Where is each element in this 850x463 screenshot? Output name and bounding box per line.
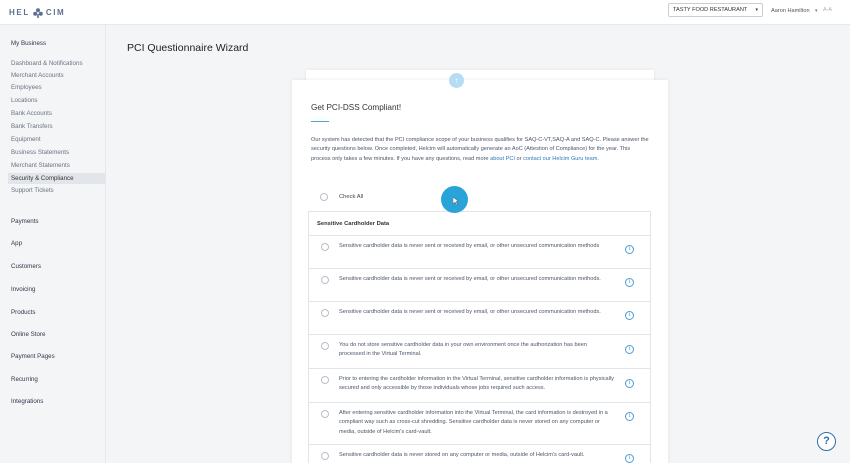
sidebar-section-integrations[interactable]: Integrations	[11, 397, 43, 406]
sidebar-item-security-compliance[interactable]: Security & Compliance	[11, 174, 74, 183]
info-icon[interactable]: i	[625, 412, 634, 421]
question-radio[interactable]	[321, 376, 329, 384]
question-radio[interactable]	[321, 342, 329, 350]
chevron-down-icon: ▾	[755, 7, 758, 13]
sidebar-item-employees[interactable]: Employees	[11, 83, 42, 92]
help-button[interactable]: ?	[817, 432, 836, 451]
merchant-select-value: TASTY FOOD RESTAURANT	[673, 7, 748, 13]
avatar[interactable]: A-A	[823, 5, 843, 15]
question-radio[interactable]	[321, 243, 329, 251]
info-icon[interactable]: i	[625, 379, 634, 388]
sidebar-item-bank-transfers[interactable]: Bank Transfers	[11, 122, 53, 131]
sidebar-section-customers[interactable]: Customers	[11, 262, 41, 271]
page-title: PCI Questionnaire Wizard	[127, 42, 249, 54]
question-row: Sensitive cardholder data is never sent …	[309, 302, 650, 335]
sidebar-section-app[interactable]: App	[11, 239, 22, 248]
info-icon[interactable]: i	[625, 311, 634, 320]
cursor-icon	[453, 197, 459, 205]
question-text: Sensitive cardholder data is never sent …	[339, 243, 600, 249]
sidebar-section-my-business[interactable]: My Business	[11, 39, 46, 48]
merchant-select[interactable]: TASTY FOOD RESTAURANT ▾	[668, 3, 763, 17]
intro-or: or	[514, 155, 524, 162]
sidebar-section-invoicing[interactable]: Invoicing	[11, 285, 35, 294]
check-all-radio[interactable]	[320, 193, 328, 201]
sidebar-section-payment-pages[interactable]: Payment Pages	[11, 352, 55, 361]
question-text: Sensitive cardholder data is never sent …	[339, 309, 601, 315]
info-icon[interactable]: i	[625, 245, 634, 254]
logo-text-left: HEL	[9, 8, 30, 17]
check-all-label[interactable]: Check All	[339, 193, 363, 201]
question-row: After entering sensitive cardholder info…	[309, 403, 650, 445]
sidebar-section-online-store[interactable]: Online Store	[11, 330, 45, 339]
heading-underline	[311, 121, 329, 122]
question-radio[interactable]	[321, 452, 329, 460]
helcim-logo-icon	[32, 7, 44, 19]
question-row: Sensitive cardholder data is never sent …	[309, 269, 650, 302]
logo-text-right: CIM	[45, 8, 66, 17]
section-header: Sensitive Cardholder Data	[309, 212, 650, 236]
info-icon[interactable]: i	[625, 278, 634, 287]
sidebar-item-merchant-accounts[interactable]: Merchant Accounts	[11, 71, 64, 80]
question-row: You do not store sensitive cardholder da…	[309, 335, 650, 369]
question-text: Sensitive cardholder data is never sent …	[339, 276, 601, 282]
sidebar-item-bank-accounts[interactable]: Bank Accounts	[11, 109, 52, 118]
user-menu[interactable]: Aaron Hamilton	[771, 6, 810, 16]
sidebar-item-support-tickets[interactable]: Support Tickets	[11, 186, 54, 195]
wizard-card: Get PCI-DSS Compliant! Our system has de…	[292, 80, 668, 463]
question-row: Prior to entering the cardholder informa…	[309, 369, 650, 403]
sidebar-item-dashboard[interactable]: Dashboard & Notifications	[11, 59, 83, 68]
sidebar-section-payments[interactable]: Payments	[11, 217, 39, 226]
sidebar-item-business-statements[interactable]: Business Statements	[11, 148, 69, 157]
questions-table: Sensitive Cardholder Data Sensitive card…	[308, 211, 651, 463]
question-text: You do not store sensitive cardholder da…	[339, 342, 587, 358]
sidebar-item-equipment[interactable]: Equipment	[11, 135, 41, 144]
sidebar-item-locations[interactable]: Locations	[11, 96, 38, 105]
sidebar-section-recurring[interactable]: Recurring	[11, 375, 38, 384]
question-text: Sensitive cardholder data is never store…	[339, 452, 585, 458]
wizard-intro: Our system has detected that the PCI com…	[311, 136, 651, 164]
sidebar: My Business Dashboard & Notifications Me…	[0, 25, 106, 463]
about-pci-link[interactable]: about PCI	[490, 156, 515, 162]
sidebar-item-merchant-statements[interactable]: Merchant Statements	[11, 161, 70, 170]
question-radio[interactable]	[321, 309, 329, 317]
contact-guru-link[interactable]: contact our Helcim Guru team.	[523, 156, 599, 162]
sidebar-section-products[interactable]: Products	[11, 308, 35, 317]
question-radio[interactable]	[321, 276, 329, 284]
question-row: Sensitive cardholder data is never store…	[309, 445, 650, 463]
question-text: Prior to entering the cardholder informa…	[339, 376, 614, 392]
wizard-heading: Get PCI-DSS Compliant!	[311, 103, 402, 112]
chevron-down-icon[interactable]: ▾	[815, 6, 818, 16]
info-icon[interactable]: i	[625, 345, 634, 354]
question-radio[interactable]	[321, 410, 329, 418]
scroll-up-icon[interactable]: ↑	[449, 73, 464, 88]
top-bar: HEL CIM TASTY FOOD RESTAURANT ▾ Aaron Ha…	[0, 0, 850, 25]
helcim-logo[interactable]: HEL CIM	[9, 6, 65, 19]
question-text: After entering sensitive cardholder info…	[339, 410, 608, 435]
info-icon[interactable]: i	[625, 454, 634, 463]
question-row: Sensitive cardholder data is never sent …	[309, 236, 650, 269]
